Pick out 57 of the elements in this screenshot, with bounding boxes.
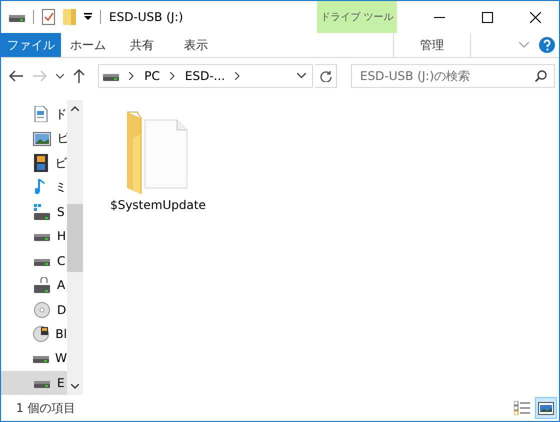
folder-item[interactable]: $SystemUpdate — [113, 108, 203, 212]
media-disc-icon — [33, 326, 50, 342]
back-arrow-icon — [8, 70, 23, 82]
sidebar-item[interactable]: C — [1, 248, 67, 273]
dropdown-icon[interactable] — [297, 73, 306, 79]
sidebar-item[interactable]: D — [1, 297, 67, 322]
drive-icon — [103, 71, 120, 81]
caret-icon — [56, 74, 64, 78]
breadcrumb[interactable]: PC — [144, 69, 160, 83]
maximize-icon — [482, 12, 492, 22]
properties-icon[interactable] — [42, 9, 55, 25]
chevron-icon — [129, 72, 134, 80]
chevron-icon — [235, 72, 240, 80]
network-drive-icon — [34, 204, 50, 220]
search-field[interactable]: ESD-USB (J:)の検索 — [350, 64, 556, 88]
close-icon — [530, 12, 540, 22]
scroll-down-icon[interactable] — [71, 384, 79, 389]
help-icon[interactable] — [539, 37, 555, 53]
address-bar[interactable]: PC ESD-... — [98, 64, 314, 88]
forward-arrow-icon — [32, 70, 47, 82]
refresh-icon — [320, 70, 332, 82]
document-icon — [34, 106, 48, 122]
ribbon-tab[interactable]: ファイル — [1, 33, 61, 57]
up-arrow-icon — [73, 69, 86, 83]
large-icons-view-icon — [538, 402, 554, 414]
locked-drive-icon — [34, 277, 50, 294]
sidebar-item[interactable]: E — [1, 370, 67, 396]
sidebar-item[interactable]: Bl — [1, 322, 67, 346]
picture-icon — [33, 132, 51, 146]
refresh-button[interactable] — [315, 64, 337, 88]
scrollbar-thumb[interactable] — [67, 204, 83, 272]
chevron-icon — [170, 72, 175, 80]
ribbon-tab[interactable]: 管理 — [393, 33, 471, 57]
expand-ribbon-icon[interactable] — [519, 42, 529, 48]
window-title: ESD-USB (J:) — [109, 10, 184, 24]
sidebar-item[interactable]: ビ — [1, 150, 67, 176]
breadcrumb[interactable]: ESD-... — [184, 69, 226, 83]
search-icon — [535, 70, 548, 82]
view-button[interactable] — [535, 397, 557, 419]
music-note-icon — [35, 178, 47, 196]
drive-icon — [33, 353, 50, 364]
sidebar-item[interactable]: ド — [1, 102, 67, 126]
drive-icon — [9, 12, 25, 22]
sidebar-item[interactable]: ミ — [1, 175, 67, 200]
disc-icon — [34, 302, 50, 318]
sidebar-item[interactable]: H — [1, 224, 67, 249]
context-tab-header: ドライブ ツール — [317, 1, 397, 33]
drive-icon — [34, 231, 50, 242]
dropdown-icon[interactable] — [84, 13, 92, 21]
item-count: 1 個の項目 — [16, 400, 76, 416]
details-view-icon — [514, 401, 530, 415]
minimize-icon — [434, 16, 444, 18]
scroll-up-icon[interactable] — [71, 106, 79, 111]
film-icon — [34, 154, 48, 172]
sidebar-item[interactable]: S — [1, 200, 67, 224]
sidebar-item[interactable]: W — [1, 346, 67, 371]
sidebar-item[interactable]: A — [1, 272, 67, 298]
